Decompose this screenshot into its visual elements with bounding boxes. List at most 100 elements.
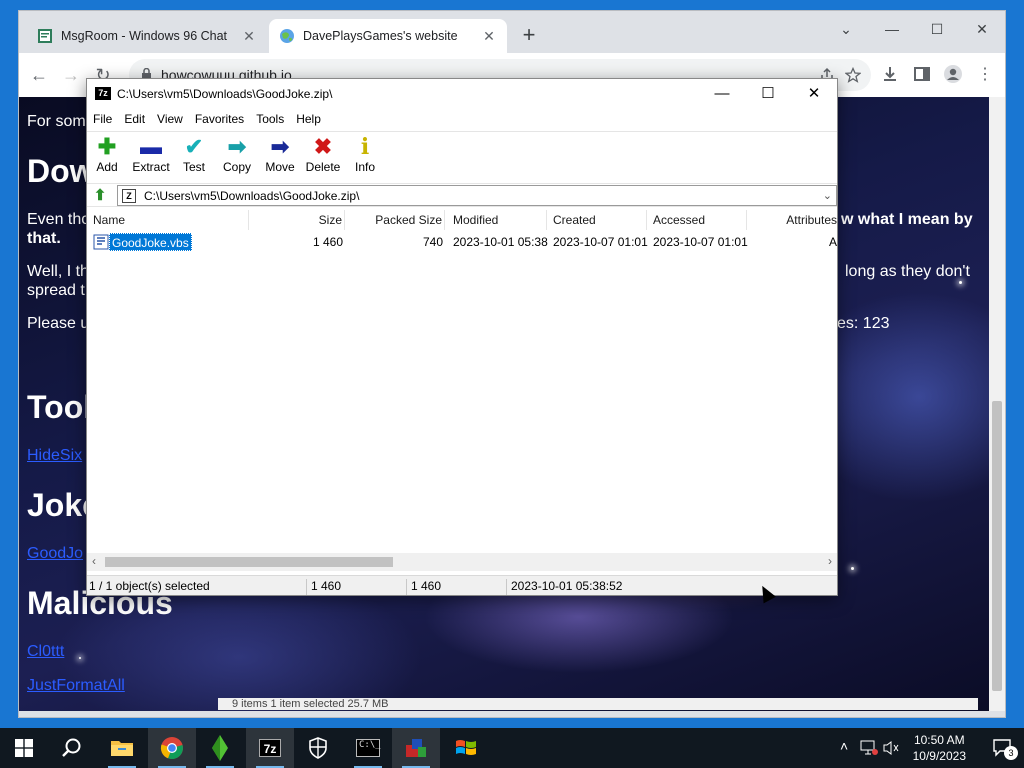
- attributes-cell: A: [828, 235, 837, 249]
- created-cell: 2023-10-07 01:01: [553, 235, 648, 249]
- 7zip-app-icon: 7z: [259, 739, 281, 757]
- column-header-attributes[interactable]: Attributes: [749, 210, 837, 230]
- search-button[interactable]: [48, 728, 96, 768]
- bookmark-star-icon[interactable]: [845, 67, 861, 83]
- menu-view[interactable]: View: [151, 109, 189, 129]
- column-header-accessed[interactable]: Accessed: [649, 210, 747, 230]
- page-scrollbar[interactable]: [989, 97, 1005, 711]
- menu-edit[interactable]: Edit: [118, 109, 151, 129]
- folder-up-icon[interactable]: ⬆: [91, 187, 109, 205]
- delete-button[interactable]: ✖ Delete: [301, 134, 345, 180]
- side-panel-icon[interactable]: [913, 65, 931, 83]
- 7zip-title-bar[interactable]: 7z C:\Users\vm5\Downloads\GoodJoke.zip\ …: [87, 79, 837, 109]
- tool-label: Info: [354, 160, 375, 174]
- menu-help[interactable]: Help: [290, 109, 327, 129]
- tab-msgroom[interactable]: MsgRoom - Windows 96 Chat ✕: [27, 19, 267, 53]
- link-tools[interactable]: HideSix: [27, 447, 82, 465]
- chevron-up-icon[interactable]: ˄: [840, 738, 848, 754]
- notification-button[interactable]: 3: [992, 738, 1018, 761]
- menu-favorites[interactable]: Favorites: [189, 109, 250, 129]
- download-icon[interactable]: [881, 65, 899, 83]
- column-header-name[interactable]: Name: [93, 210, 249, 230]
- maximize-button[interactable]: ☐: [745, 81, 791, 107]
- taskbar-security[interactable]: [294, 728, 342, 768]
- notification-count-badge: 3: [1004, 746, 1018, 760]
- close-tab-icon[interactable]: ✕: [241, 28, 257, 44]
- new-tab-button[interactable]: +: [517, 24, 541, 48]
- link-malicious-2[interactable]: JustFormatAll: [27, 677, 125, 695]
- tab-strip: MsgRoom - Windows 96 Chat ✕ DavePlaysGam…: [19, 11, 1005, 53]
- scrollbar-thumb[interactable]: [992, 401, 1002, 691]
- add-button[interactable]: ✚ Add: [85, 134, 129, 180]
- horizontal-scrollbar[interactable]: ‹ ›: [87, 553, 837, 571]
- delete-icon: ✖: [313, 134, 333, 159]
- taskbar-legacy-windows[interactable]: [442, 728, 490, 768]
- profile-avatar-icon[interactable]: [943, 64, 963, 84]
- tab-search-icon[interactable]: ⌄: [831, 15, 861, 43]
- tool-label: Copy: [222, 160, 251, 174]
- scrollbar-thumb[interactable]: [105, 557, 393, 567]
- taskbar-installer[interactable]: [392, 728, 440, 768]
- installer-icon: [406, 739, 426, 757]
- extract-button[interactable]: ▬ Extract: [129, 134, 173, 180]
- kebab-menu-icon[interactable]: ⋮: [973, 63, 997, 87]
- column-header-created[interactable]: Created: [549, 210, 647, 230]
- test-button[interactable]: ✔ Test: [172, 134, 216, 180]
- menu-bar: File Edit View Favorites Tools Help: [87, 109, 837, 129]
- start-button[interactable]: [0, 728, 48, 768]
- globe-favicon-icon: [280, 29, 294, 43]
- folder-icon: [111, 741, 133, 756]
- tab-title: DavePlaysGames's website: [303, 29, 458, 43]
- zip-archive-icon: Z: [122, 189, 136, 203]
- taskbar: 7z C:\_ ˄ 10:50 AM 10/9/2023 3: [0, 728, 1024, 768]
- size-cell: 1 460: [312, 235, 343, 249]
- scroll-right-icon[interactable]: ›: [828, 554, 832, 568]
- copy-button[interactable]: ➡ Copy: [215, 134, 259, 180]
- taskbar-7zip[interactable]: 7z: [246, 728, 294, 768]
- taskbar-terminal[interactable]: C:\_: [344, 728, 392, 768]
- minimize-button[interactable]: —: [877, 15, 907, 43]
- taskbar-sims[interactable]: [196, 728, 244, 768]
- maximize-button[interactable]: ☐: [922, 15, 952, 43]
- tab-daveplaysgames[interactable]: DavePlaysGames's website ✕: [269, 19, 507, 53]
- link-jokes[interactable]: GoodJo: [27, 545, 83, 563]
- network-icon[interactable]: [860, 740, 878, 756]
- tool-label: Extract: [132, 160, 170, 174]
- link-malicious-1[interactable]: Cl0ttt: [27, 643, 64, 661]
- shield-icon: [309, 737, 327, 759]
- menu-file[interactable]: File: [87, 109, 118, 129]
- para-spread: spread t: [27, 282, 85, 299]
- extract-icon: ▬: [140, 134, 162, 159]
- modified-cell: 2023-10-01 05:38: [453, 235, 548, 249]
- scroll-left-icon[interactable]: ‹: [92, 554, 96, 568]
- add-icon: ✚: [97, 134, 117, 159]
- clock[interactable]: 10:50 AM 10/9/2023: [913, 732, 966, 764]
- forward-arrow-icon[interactable]: →: [59, 63, 83, 87]
- tool-label: Delete: [305, 160, 341, 174]
- explorer-status-behind: 9 items 1 item selected 25.7 MB: [218, 698, 978, 710]
- speaker-muted-icon[interactable]: [882, 740, 900, 756]
- move-button[interactable]: ➡ Move: [258, 134, 302, 180]
- minimize-button[interactable]: —: [699, 81, 745, 107]
- file-name-cell[interactable]: GoodJoke.vbs: [109, 233, 192, 251]
- info-button[interactable]: i Info: [343, 134, 387, 180]
- close-tab-icon[interactable]: ✕: [481, 28, 497, 44]
- taskbar-file-explorer[interactable]: [98, 728, 146, 768]
- close-window-button[interactable]: ✕: [791, 81, 837, 107]
- chevron-down-icon[interactable]: ⌄: [823, 189, 832, 202]
- status-packed: 1 460: [409, 579, 507, 595]
- windows-flag-icon: [456, 740, 476, 755]
- path-combobox[interactable]: Z C:\Users\vm5\Downloads\GoodJoke.zip\ ⌄: [117, 185, 837, 206]
- chrome-icon: [160, 737, 183, 760]
- info-icon: i: [360, 134, 370, 160]
- msgroom-favicon-icon: [38, 29, 52, 43]
- column-header-size[interactable]: Size: [249, 210, 345, 230]
- column-header-packed-size[interactable]: Packed Size: [345, 210, 445, 230]
- back-arrow-icon[interactable]: ←: [27, 63, 51, 87]
- taskbar-chrome[interactable]: [148, 728, 196, 768]
- star-decoration: [79, 657, 81, 659]
- close-window-button[interactable]: ✕: [967, 15, 997, 43]
- copy-icon: ➡: [227, 134, 247, 159]
- menu-tools[interactable]: Tools: [250, 109, 290, 129]
- column-header-modified[interactable]: Modified: [449, 210, 547, 230]
